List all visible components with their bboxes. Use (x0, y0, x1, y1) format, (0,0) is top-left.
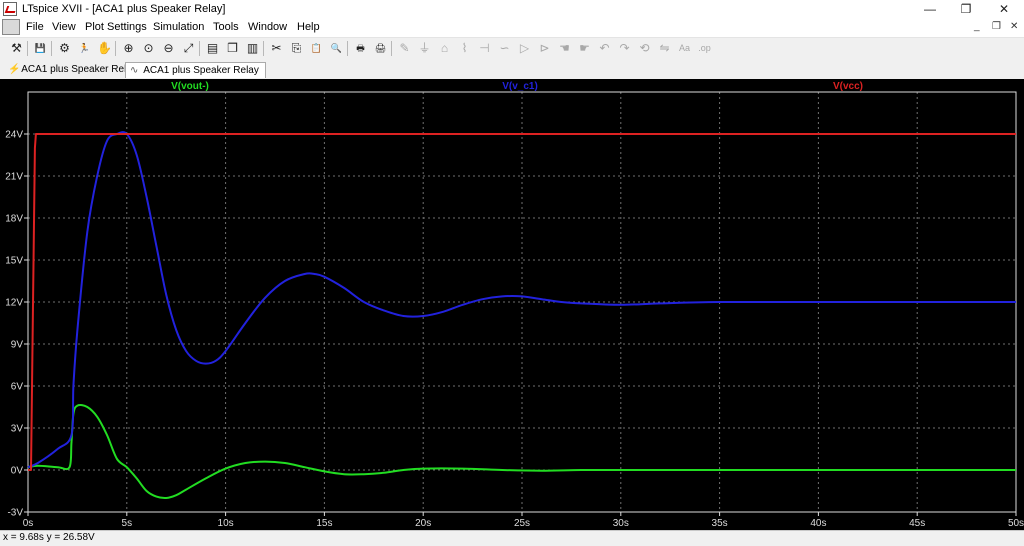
tab-waveform[interactable]: ∿ ACA1 plus Speaker Relay (125, 62, 266, 78)
spice-directive-icon[interactable]: .op (696, 40, 713, 57)
print-icon[interactable]: 🖶 (352, 40, 369, 57)
legend-trace-vcc: V(vcc) (833, 81, 863, 92)
pencil-icon[interactable]: ✎ (396, 40, 413, 57)
ground-icon[interactable]: ⏚ (416, 40, 433, 57)
schematic-icon: ⚡ (8, 64, 21, 75)
toolbar-separator (199, 41, 200, 56)
tile-vertical-icon[interactable]: ▥ (244, 40, 261, 57)
waveform-plot[interactable]: 0s 5s 10s 15s 20s 25s 30s 35s 40s 45s 50s -3V 0V 3V 6V… (0, 79, 1024, 530)
menu-plot-settings[interactable]: Plot Settings (85, 21, 147, 33)
toolbar-separator (347, 41, 348, 56)
print-setup-icon[interactable]: 🖨 (372, 40, 389, 57)
menu-window[interactable]: Window (248, 21, 287, 33)
label-icon[interactable]: ⌂ (436, 40, 453, 57)
resistor-icon[interactable]: ⌇ (456, 40, 473, 57)
control-panel-icon[interactable]: ⚙ (56, 40, 73, 57)
menu-simulation[interactable]: Simulation (153, 21, 204, 33)
x-tick-label: 25s (514, 518, 530, 529)
window-title: LTspice XVII - [ACA1 plus Speaker Relay] (22, 3, 226, 15)
toolbar-separator (27, 41, 28, 56)
x-tick-label: 50s (1008, 518, 1024, 529)
y-tick-label: 9V (11, 340, 24, 351)
x-tick-label: 20s (415, 518, 431, 529)
tab-bar: ⚡ ACA1 plus Speaker Relay ∿ ACA1 plus Sp… (0, 61, 1024, 80)
pan-hand-icon[interactable]: ✋ (96, 40, 113, 57)
find-icon[interactable]: 🔍 (328, 40, 345, 57)
y-tick-label: 3V (11, 424, 24, 435)
menu-view[interactable]: View (52, 21, 76, 33)
minimize-button[interactable]: — (912, 0, 948, 18)
y-tick-label: 12V (5, 298, 23, 309)
x-tick-label: 15s (316, 518, 332, 529)
y-tick-label: -3V (7, 508, 23, 519)
toolbar-separator (391, 41, 392, 56)
y-tick-label: 15V (5, 256, 23, 267)
component-icon[interactable]: ⊳ (536, 40, 553, 57)
move-hand-icon[interactable]: ☚ (556, 40, 573, 57)
mdi-restore-button[interactable]: ❐ (992, 21, 1001, 32)
mdi-close-button[interactable]: ✕ (1010, 21, 1018, 32)
close-button[interactable]: ✕ (986, 0, 1022, 18)
x-tick-label: 0s (23, 518, 34, 529)
tile-horizontal-icon[interactable]: ▤ (204, 40, 221, 57)
text-icon[interactable]: Aa (676, 40, 693, 57)
toolbar-separator (115, 41, 116, 56)
save-icon[interactable]: 💾 (32, 40, 49, 57)
x-tick-label: 30s (613, 518, 629, 529)
toolbar-separator (263, 41, 264, 56)
run-icon[interactable]: 🏃 (76, 40, 93, 57)
mirror-icon[interactable]: ⇋ (656, 40, 673, 57)
x-tick-label: 40s (810, 518, 826, 529)
tab-label: ACA1 plus Speaker Relay (143, 65, 259, 76)
status-bar: x = 9.68s y = 26.58V (0, 530, 1024, 546)
waveform-icon: ∿ (130, 65, 139, 76)
legend-trace-vout: V(vout-) (171, 81, 209, 92)
zoom-fit-icon[interactable]: ⊙ (140, 40, 157, 57)
drag-hand-icon[interactable]: ☛ (576, 40, 593, 57)
rotate-icon[interactable]: ⟲ (636, 40, 653, 57)
diode-icon[interactable]: ▷ (516, 40, 533, 57)
menu-tools[interactable]: Tools (213, 21, 239, 33)
schematic-hammer-icon[interactable]: ⚒ (8, 40, 25, 57)
y-tick-label: 21V (5, 172, 23, 183)
capacitor-icon[interactable]: ⊣ (476, 40, 493, 57)
y-tick-label: 0V (11, 466, 24, 477)
menu-bar: File View Plot Settings Simulation Tools… (0, 18, 1024, 38)
x-tick-label: 5s (122, 518, 133, 529)
copy-icon[interactable]: ⎘ (288, 40, 305, 57)
cut-icon[interactable]: ✂ (268, 40, 285, 57)
y-tick-label: 18V (5, 214, 23, 225)
tab-schematic[interactable]: ⚡ ACA1 plus Speaker Relay (4, 62, 143, 78)
toolbar-separator (51, 41, 52, 56)
mdi-minimize-button[interactable]: _ (974, 21, 980, 32)
title-bar: LTspice XVII - [ACA1 plus Speaker Relay]… (0, 0, 1024, 18)
legend-trace-v-c1: V(v_c1) (502, 81, 538, 92)
zoom-in-icon[interactable]: ⊕ (120, 40, 137, 57)
ltspice-app-icon (3, 2, 17, 16)
x-tick-label: 10s (218, 518, 234, 529)
autoscale-icon[interactable]: ⤢ (180, 40, 197, 57)
cursor-readout: x = 9.68s y = 26.58V (3, 532, 95, 543)
redo-icon[interactable]: ↷ (616, 40, 633, 57)
menu-file[interactable]: File (26, 21, 44, 33)
y-tick-label: 6V (11, 382, 24, 393)
tab-label: ACA1 plus Speaker Relay (21, 64, 137, 75)
plot-canvas[interactable]: 0s 5s 10s 15s 20s 25s 30s 35s 40s 45s 50s -3V 0V 3V 6V… (0, 79, 1024, 530)
inductor-icon[interactable]: ∽ (496, 40, 513, 57)
x-tick-label: 45s (909, 518, 925, 529)
zoom-out-icon[interactable]: ⊖ (160, 40, 177, 57)
paste-icon[interactable]: 📋 (308, 40, 325, 57)
y-tick-label: 24V (5, 130, 23, 141)
menu-help[interactable]: Help (297, 21, 320, 33)
undo-icon[interactable]: ↶ (596, 40, 613, 57)
x-tick-label: 35s (712, 518, 728, 529)
cascade-icon[interactable]: ❐ (224, 40, 241, 57)
toolbar: ⚒ 💾 ⚙ 🏃 ✋ ⊕ ⊙ ⊖ ⤢ ▤ ❐ ▥ ✂ ⎘ 📋 🔍 🖶 🖨 ✎ ⏚ ⌂ ⌇ ⊣ ∽ ▷ ⊳ ☚ ☛ ↶ ↷ ⟲ ⇋ Aa .op (0, 38, 1024, 60)
restore-button[interactable]: ❐ (948, 0, 984, 18)
document-icon[interactable] (2, 19, 20, 35)
